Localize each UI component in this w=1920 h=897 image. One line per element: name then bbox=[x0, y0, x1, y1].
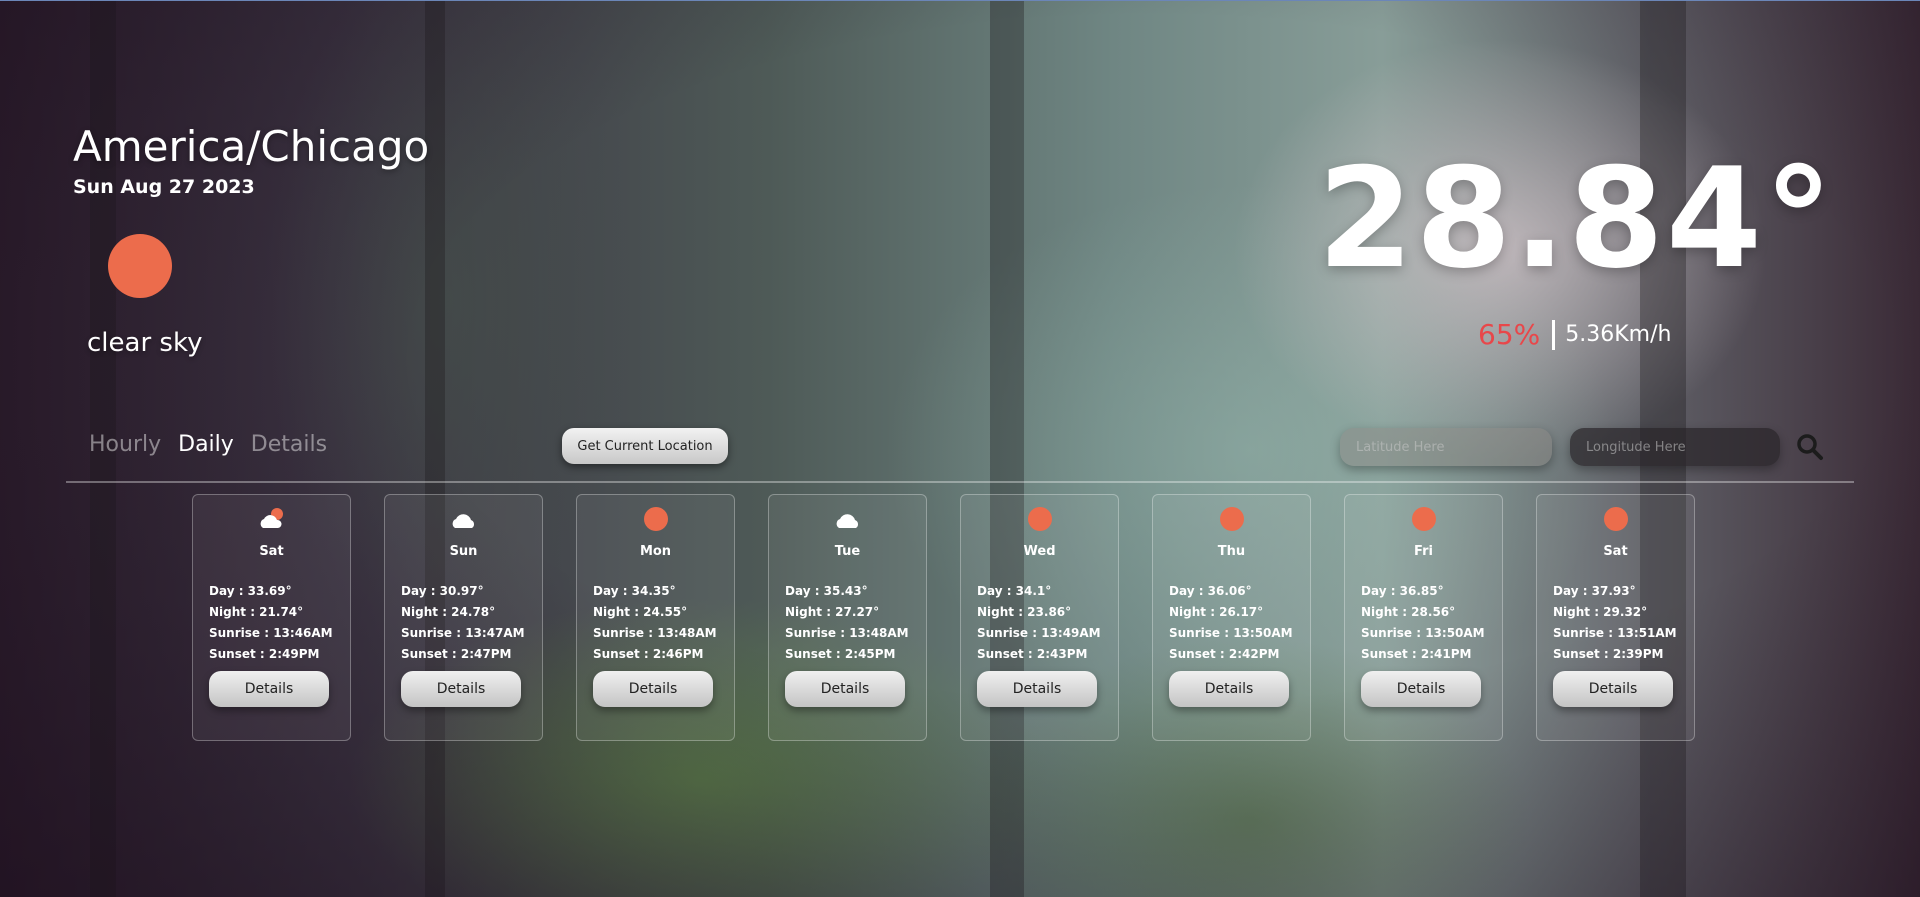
forecast-day: Sat bbox=[1603, 544, 1628, 559]
details-button[interactable]: Details bbox=[785, 671, 905, 707]
longitude-input[interactable] bbox=[1570, 428, 1780, 466]
details-button[interactable]: Details bbox=[1169, 671, 1289, 707]
humidity-value: 65% bbox=[1478, 318, 1541, 351]
forecast-tabs: Hourly Daily Details bbox=[89, 432, 327, 457]
forecast-sunrise: Sunrise : 13:51AM bbox=[1553, 626, 1677, 640]
cloud-sun-icon bbox=[193, 507, 350, 533]
forecast-day-temp: Day : 34.1° bbox=[977, 584, 1052, 598]
forecast-card: Sat Day : 37.93° Night : 29.32° Sunrise … bbox=[1536, 494, 1695, 741]
forecast-night-temp: Night : 24.55° bbox=[593, 605, 688, 619]
forecast-sunset: Sunset : 2:42PM bbox=[1169, 647, 1280, 661]
forecast-day: Mon bbox=[639, 544, 672, 559]
background-trunk bbox=[990, 0, 1024, 897]
tab-details[interactable]: Details bbox=[251, 432, 327, 457]
meta-divider bbox=[1552, 319, 1556, 350]
forecast-card: Tue Day : 35.43° Night : 27.27° Sunrise … bbox=[768, 494, 927, 741]
forecast-day-temp: Day : 30.97° bbox=[401, 584, 484, 598]
details-button[interactable]: Details bbox=[1361, 671, 1481, 707]
forecast-day-temp: Day : 33.69° bbox=[209, 584, 292, 598]
forecast-sunrise: Sunrise : 13:48AM bbox=[593, 626, 717, 640]
forecast-night-temp: Night : 21.74° bbox=[209, 605, 304, 619]
location-title: America/Chicago bbox=[73, 122, 430, 171]
forecast-sunset: Sunset : 2:45PM bbox=[785, 647, 896, 661]
forecast-night-temp: Night : 29.32° bbox=[1553, 605, 1648, 619]
forecast-sunrise: Sunrise : 13:48AM bbox=[785, 626, 909, 640]
sun-icon bbox=[577, 507, 734, 533]
forecast-day-temp: Day : 34.35° bbox=[593, 584, 676, 598]
current-date: Sun Aug 27 2023 bbox=[73, 176, 255, 198]
forecast-day: Tue bbox=[834, 544, 861, 559]
sun-icon bbox=[1345, 507, 1502, 533]
forecast-card: Mon Day : 34.35° Night : 24.55° Sunrise … bbox=[576, 494, 735, 741]
window-top-border bbox=[0, 0, 1920, 1]
wind-speed: 5.36Km/h bbox=[1565, 322, 1672, 347]
forecast-sunrise: Sunrise : 13:46AM bbox=[209, 626, 333, 640]
forecast-sunrise: Sunrise : 13:50AM bbox=[1361, 626, 1485, 640]
sun-icon bbox=[961, 507, 1118, 533]
forecast-day: Wed bbox=[1023, 544, 1056, 559]
forecast-day-temp: Day : 37.93° bbox=[1553, 584, 1636, 598]
forecast-day: Thu bbox=[1217, 544, 1246, 559]
forecast-night-temp: Night : 23.86° bbox=[977, 605, 1072, 619]
forecast-sunset: Sunset : 2:46PM bbox=[593, 647, 704, 661]
forecast-night-temp: Night : 28.56° bbox=[1361, 605, 1456, 619]
weather-meta: 65% 5.36Km/h bbox=[1478, 318, 1671, 351]
details-button[interactable]: Details bbox=[1553, 671, 1673, 707]
forecast-sunset: Sunset : 2:43PM bbox=[977, 647, 1088, 661]
current-temperature: 28.84° bbox=[1317, 138, 1835, 299]
forecast-night-temp: Night : 27.27° bbox=[785, 605, 880, 619]
forecast-sunset: Sunset : 2:41PM bbox=[1361, 647, 1472, 661]
sun-icon bbox=[1537, 507, 1694, 533]
forecast-day: Sat bbox=[259, 544, 284, 559]
details-button[interactable]: Details bbox=[209, 671, 329, 707]
sun-icon bbox=[1153, 507, 1310, 533]
tab-daily[interactable]: Daily bbox=[178, 432, 234, 457]
details-button[interactable]: Details bbox=[977, 671, 1097, 707]
details-button[interactable]: Details bbox=[593, 671, 713, 707]
forecast-sunset: Sunset : 2:49PM bbox=[209, 647, 320, 661]
forecast-card: Thu Day : 36.06° Night : 26.17° Sunrise … bbox=[1152, 494, 1311, 741]
forecast-sunrise: Sunrise : 13:47AM bbox=[401, 626, 525, 640]
tabs-divider bbox=[66, 481, 1854, 483]
latitude-input[interactable] bbox=[1340, 428, 1552, 466]
sun-icon bbox=[108, 234, 172, 298]
search-icon[interactable] bbox=[1796, 433, 1824, 461]
forecast-card: Sat Day : 33.69° Night : 21.74° Sunrise … bbox=[192, 494, 351, 741]
forecast-sunset: Sunset : 2:47PM bbox=[401, 647, 512, 661]
forecast-night-temp: Night : 26.17° bbox=[1169, 605, 1264, 619]
forecast-night-temp: Night : 24.78° bbox=[401, 605, 496, 619]
cloud-icon bbox=[769, 507, 926, 533]
forecast-card: Wed Day : 34.1° Night : 23.86° Sunrise :… bbox=[960, 494, 1119, 741]
forecast-day-temp: Day : 36.06° bbox=[1169, 584, 1252, 598]
daily-forecast-list: Sat Day : 33.69° Night : 21.74° Sunrise … bbox=[192, 494, 1695, 741]
forecast-day-temp: Day : 35.43° bbox=[785, 584, 868, 598]
forecast-card: Fri Day : 36.85° Night : 28.56° Sunrise … bbox=[1344, 494, 1503, 741]
forecast-sunset: Sunset : 2:39PM bbox=[1553, 647, 1664, 661]
details-button[interactable]: Details bbox=[401, 671, 521, 707]
weather-condition: clear sky bbox=[87, 328, 203, 358]
tab-hourly[interactable]: Hourly bbox=[89, 432, 161, 457]
forecast-card: Sun Day : 30.97° Night : 24.78° Sunrise … bbox=[384, 494, 543, 741]
forecast-day: Sun bbox=[449, 544, 478, 559]
forecast-day-temp: Day : 36.85° bbox=[1361, 584, 1444, 598]
forecast-sunrise: Sunrise : 13:49AM bbox=[977, 626, 1101, 640]
forecast-sunrise: Sunrise : 13:50AM bbox=[1169, 626, 1293, 640]
forecast-day: Fri bbox=[1414, 544, 1433, 559]
get-current-location-button[interactable]: Get Current Location bbox=[562, 428, 728, 464]
cloud-icon bbox=[385, 507, 542, 533]
